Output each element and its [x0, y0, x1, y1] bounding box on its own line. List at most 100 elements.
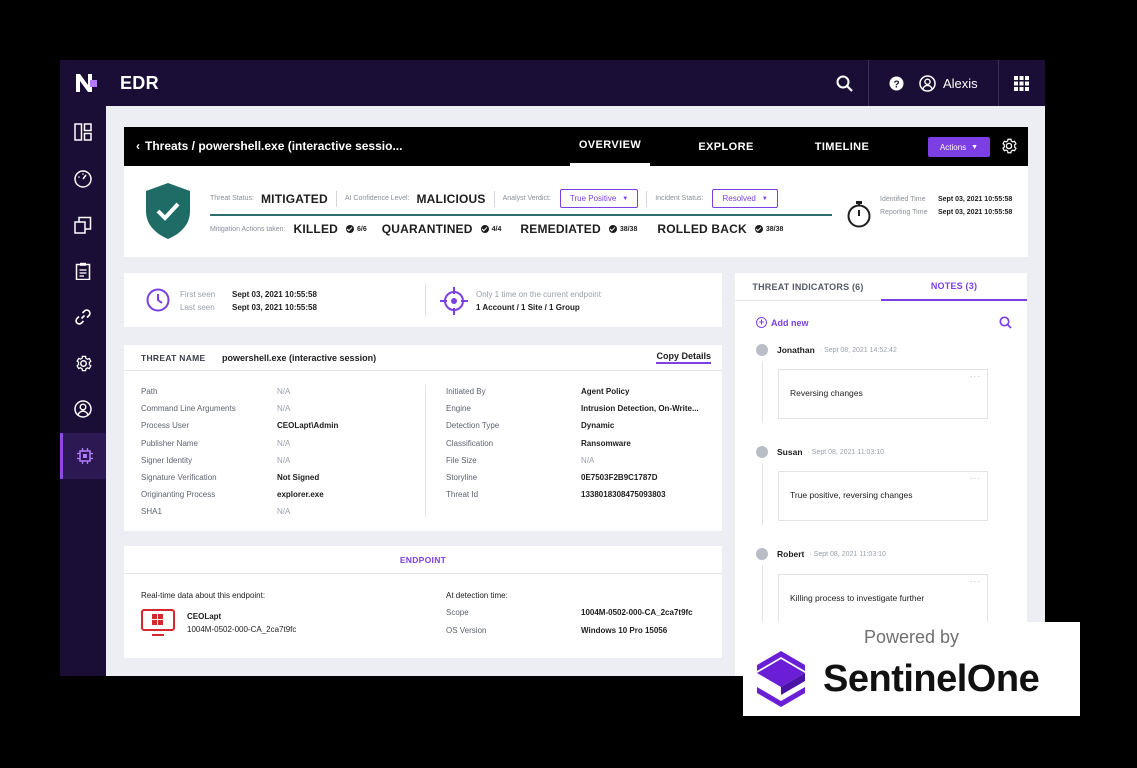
threat-status-label: Threat Status:	[210, 195, 254, 202]
note-time-text: Sept 08, 2021 11:03:10	[813, 550, 886, 558]
more-icon[interactable]: ···	[970, 474, 981, 483]
n-logo-icon[interactable]	[74, 72, 98, 94]
avatar	[756, 344, 768, 356]
detail-value: 1338018308475093803	[581, 490, 666, 499]
sentinelone-logo-icon	[757, 651, 805, 707]
endpoint-computer-icon	[141, 609, 175, 636]
threat-name-label: THREAT NAME	[141, 353, 206, 363]
note-author: Jonathan	[777, 345, 815, 355]
search-icon[interactable]	[830, 60, 858, 106]
more-icon[interactable]: ···	[970, 372, 981, 381]
mitigation-action-count: 38/38	[765, 225, 784, 233]
scope-row: Scope	[446, 608, 469, 617]
note-header: Susan · Sept 08, 2021 11:03:10	[756, 446, 884, 458]
breadcrumb[interactable]: ‹ Threats / powershell.exe (interactive s…	[136, 139, 402, 153]
mitigation-action-name: REMEDIATED	[520, 222, 601, 236]
detail-value: Not Signed	[277, 473, 319, 482]
chevron-down-icon: ▼	[622, 195, 629, 202]
scope-label: Scope	[446, 608, 469, 617]
notes-search-icon[interactable]	[999, 316, 1012, 329]
note-time-text: Sept 08, 2021 14:52:42	[824, 346, 897, 354]
identified-time-value: Sept 03, 2021 10:55:58	[938, 196, 1013, 203]
detail-value: Ransomware	[581, 439, 631, 448]
actions-button[interactable]: Actions ▼	[928, 137, 990, 157]
times-block: Identified Time Sept 03, 2021 10:55:58 R…	[880, 196, 1012, 222]
crosshair-icon	[440, 287, 468, 315]
sidebar-item-integrations[interactable]	[60, 294, 106, 340]
reporting-time-value: Sept 03, 2021 10:55:58	[938, 209, 1013, 216]
settings-gear-icon[interactable]	[1000, 137, 1018, 155]
note-author: Susan	[777, 447, 803, 457]
top-bar: EDR ? Alexis	[60, 60, 1045, 106]
copy-details-link[interactable]: Copy Details	[656, 351, 711, 364]
check-circle-icon	[608, 225, 617, 233]
edr-app: EDR ? Alexis ‹ Threats / powershell.exe …	[60, 60, 1045, 676]
detail-key-text: Classification	[446, 438, 494, 448]
user-menu[interactable]: Alexis	[919, 60, 978, 106]
detail-value: Agent Policy	[581, 387, 629, 396]
detail-value-text: N/A	[277, 455, 291, 465]
detail-value-text: N/A	[277, 507, 291, 517]
shield-check-icon	[146, 183, 190, 239]
detail-value: N/A	[277, 456, 290, 465]
detail-key: Threat Id	[446, 490, 478, 499]
last-seen-label: Last seen	[180, 303, 215, 312]
note-time-text: Sept 08, 2021 11:03:10	[811, 448, 885, 456]
note-connector	[762, 361, 763, 423]
detail-key-text: SHA1	[141, 507, 162, 517]
sidebar-item-settings[interactable]	[60, 340, 106, 386]
sidebar-item-devices[interactable]	[60, 202, 106, 248]
first-seen-label: First seen	[180, 290, 216, 299]
add-note-label: Add new	[771, 317, 809, 328]
endpoint-host-name[interactable]: CEOLapt	[187, 612, 221, 621]
mitigation-action-name: QUARANTINED	[381, 222, 473, 236]
add-note-button[interactable]: + Add new	[756, 317, 809, 328]
notes-tabs: THREAT INDICATORS (6) NOTES (3)	[735, 273, 1027, 301]
ai-confidence-value: MALICIOUS	[416, 191, 486, 206]
help-icon[interactable]: ?	[886, 60, 906, 106]
sidebar-item-users[interactable]	[60, 386, 106, 432]
note-card[interactable]: ··· Killing process to investigate furth…	[778, 574, 988, 624]
detail-key: Engine	[446, 404, 471, 413]
os-label: OS Version	[446, 626, 487, 635]
tab-explore[interactable]: EXPLORE	[686, 127, 766, 166]
endpoint-title: ENDPOINT	[124, 546, 722, 574]
note-card[interactable]: ··· True positive, reversing changes	[778, 471, 988, 521]
tab-threat-indicators[interactable]: THREAT INDICATORS (6)	[735, 273, 881, 301]
gauge-icon	[74, 170, 92, 188]
divider	[425, 385, 426, 517]
detail-key-text: Initiated By	[446, 387, 486, 396]
tab-timeline[interactable]: TIMELINE	[802, 127, 882, 166]
apps-grid-icon[interactable]	[1008, 60, 1034, 106]
back-chevron-icon[interactable]: ‹	[136, 139, 140, 153]
note-card[interactable]: ··· Reversing changes	[778, 369, 988, 419]
detail-value: N/A	[277, 404, 290, 413]
tab-notes[interactable]: NOTES (3)	[881, 273, 1027, 301]
link-icon	[75, 309, 91, 325]
note-connector	[762, 565, 763, 627]
detail-key-text: Originanting Process	[141, 490, 216, 500]
breadcrumb-text: Threats / powershell.exe (interactive se…	[145, 139, 403, 153]
endpoint-card: ENDPOINT Real-time data about this endpo…	[124, 546, 722, 658]
sidebar	[60, 106, 106, 676]
first-seen-value: Sept 03, 2021 10:55:58	[232, 290, 317, 299]
sidebar-item-reports[interactable]	[60, 248, 106, 294]
analyst-verdict-dropdown[interactable]: True Positive ▼	[559, 189, 639, 208]
sidebar-item-edr[interactable]	[60, 433, 106, 479]
realtime-label: Real-time data about this endpoint:	[141, 591, 266, 600]
more-icon[interactable]: ···	[970, 577, 981, 586]
sidebar-item-dashboard[interactable]	[60, 109, 106, 155]
detail-key-text: Threat Id	[446, 490, 479, 500]
note-connector	[762, 463, 763, 525]
avatar	[756, 548, 768, 560]
detail-key: Signature Verification	[141, 473, 217, 482]
tab-overview[interactable]: OVERVIEW	[570, 127, 650, 166]
reporting-time-label: Reporting Time	[880, 209, 928, 216]
identified-time-label: Identified Time	[880, 196, 926, 203]
detail-value-text: CEOLapt\Admin	[277, 421, 339, 431]
incident-status-dropdown[interactable]: Resolved ▼	[712, 189, 778, 208]
layout-icon	[74, 123, 92, 141]
detail-value-text: Intrusion Detection, On-Write...	[581, 404, 699, 414]
sidebar-item-monitor[interactable]	[60, 156, 106, 202]
powered-by-badge: Powered by SentinelOne	[743, 622, 1080, 716]
